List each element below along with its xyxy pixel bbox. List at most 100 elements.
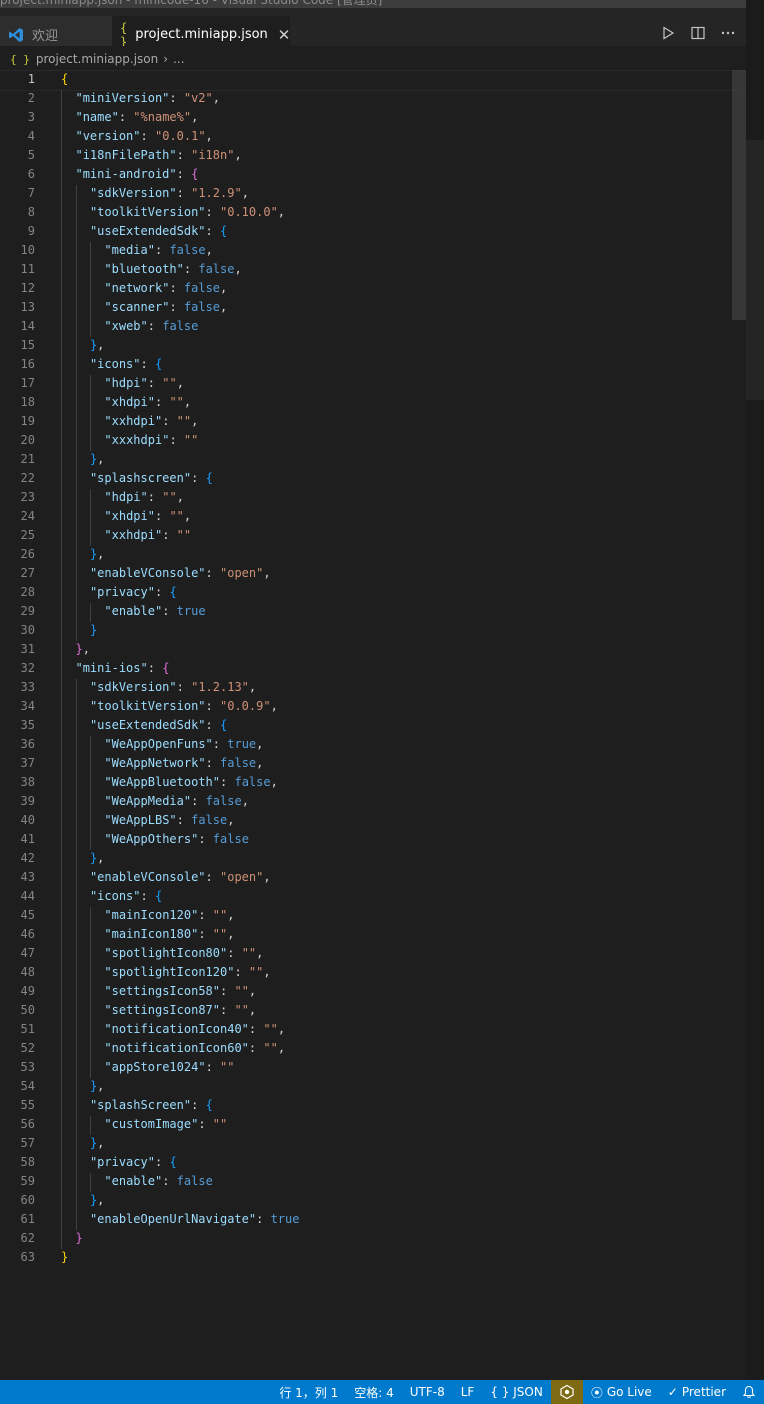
code-line[interactable]: 7 "sdkVersion": "1.2.9", bbox=[0, 185, 746, 204]
code-line[interactable]: 21 }, bbox=[0, 451, 746, 470]
line-number: 49 bbox=[20, 984, 35, 998]
code-line[interactable]: 36 "WeAppOpenFuns": true, bbox=[0, 736, 746, 755]
code-line[interactable]: 34 "toolkitVersion": "0.0.9", bbox=[0, 698, 746, 717]
code-line[interactable]: 43 "enableVConsole": "open", bbox=[0, 869, 746, 888]
code-line[interactable]: 51 "notificationIcon40": "", bbox=[0, 1021, 746, 1040]
code-line[interactable]: 61 "enableOpenUrlNavigate": true bbox=[0, 1211, 746, 1230]
code-line[interactable]: 40 "WeAppLBS": false, bbox=[0, 812, 746, 831]
code-text: "mainIcon120": "", bbox=[104, 908, 235, 922]
code-line[interactable]: 50 "settingsIcon87": "", bbox=[0, 1002, 746, 1021]
line-number: 25 bbox=[20, 528, 35, 542]
code-line[interactable]: 58 "privacy": { bbox=[0, 1154, 746, 1173]
code-line[interactable]: 41 "WeAppOthers": false bbox=[0, 831, 746, 850]
code-line[interactable]: 1{ bbox=[0, 70, 746, 91]
code-line[interactable]: 28 "privacy": { bbox=[0, 584, 746, 603]
code-line[interactable]: 44 "icons": { bbox=[0, 888, 746, 907]
code-line[interactable]: 25 "xxhdpi": "" bbox=[0, 527, 746, 546]
code-line[interactable]: 11 "bluetooth": false, bbox=[0, 261, 746, 280]
code-line[interactable]: 10 "media": false, bbox=[0, 242, 746, 261]
code-line[interactable]: 52 "notificationIcon60": "", bbox=[0, 1040, 746, 1059]
code-line[interactable]: 33 "sdkVersion": "1.2.13", bbox=[0, 679, 746, 698]
code-line[interactable]: 46 "mainIcon180": "", bbox=[0, 926, 746, 945]
code-line[interactable]: 48 "spotlightIcon120": "", bbox=[0, 964, 746, 983]
code-line[interactable]: 3 "name": "%name%", bbox=[0, 109, 746, 128]
code-line[interactable]: 55 "splashScreen": { bbox=[0, 1097, 746, 1116]
encoding-status[interactable]: UTF-8 bbox=[402, 1380, 453, 1404]
line-number: 12 bbox=[20, 281, 35, 295]
language-mode[interactable]: { } JSON bbox=[482, 1380, 550, 1404]
code-text: "spotlightIcon80": "", bbox=[104, 946, 264, 960]
code-line[interactable]: 29 "enable": true bbox=[0, 603, 746, 622]
line-number: 6 bbox=[27, 167, 35, 181]
indentation-status[interactable]: 空格: 4 bbox=[346, 1380, 402, 1404]
code-line[interactable]: 38 "WeAppBluetooth": false, bbox=[0, 774, 746, 793]
code-line[interactable]: 37 "WeAppNetwork": false, bbox=[0, 755, 746, 774]
code-line[interactable]: 24 "xhdpi": "", bbox=[0, 508, 746, 527]
code-line[interactable]: 56 "customImage": "" bbox=[0, 1116, 746, 1135]
line-number: 37 bbox=[20, 756, 35, 770]
cursor-position[interactable]: 行 1，列 1 bbox=[271, 1380, 346, 1404]
code-line[interactable]: 35 "useExtendedSdk": { bbox=[0, 717, 746, 736]
code-line[interactable]: 2 "miniVersion": "v2", bbox=[0, 90, 746, 109]
code-line[interactable]: 39 "WeAppMedia": false, bbox=[0, 793, 746, 812]
code-line[interactable]: 12 "network": false, bbox=[0, 280, 746, 299]
code-line[interactable]: 20 "xxxhdpi": "" bbox=[0, 432, 746, 451]
code-line[interactable]: 6 "mini-android": { bbox=[0, 166, 746, 185]
code-text: "name": "%name%", bbox=[75, 110, 199, 124]
more-actions-icon[interactable] bbox=[720, 25, 736, 41]
eol-status[interactable]: LF bbox=[453, 1380, 483, 1404]
code-line[interactable]: 26 }, bbox=[0, 546, 746, 565]
code-line[interactable]: 5 "i18nFilePath": "i18n", bbox=[0, 147, 746, 166]
code-line[interactable]: 4 "version": "0.0.1", bbox=[0, 128, 746, 147]
line-number: 18 bbox=[20, 395, 35, 409]
code-line[interactable]: 47 "spotlightIcon80": "", bbox=[0, 945, 746, 964]
code-line[interactable]: 60 }, bbox=[0, 1192, 746, 1211]
code-line[interactable]: 16 "icons": { bbox=[0, 356, 746, 375]
code-line[interactable]: 27 "enableVConsole": "open", bbox=[0, 565, 746, 584]
code-line[interactable]: 30 } bbox=[0, 622, 746, 641]
code-line[interactable]: 31 }, bbox=[0, 641, 746, 660]
line-number: 22 bbox=[20, 471, 35, 485]
code-line[interactable]: 18 "xhdpi": "", bbox=[0, 394, 746, 413]
line-number: 45 bbox=[20, 908, 35, 922]
vertical-scrollbar[interactable] bbox=[732, 70, 746, 320]
code-line[interactable]: 23 "hdpi": "", bbox=[0, 489, 746, 508]
code-line[interactable]: 59 "enable": false bbox=[0, 1173, 746, 1192]
code-line[interactable]: 13 "scanner": false, bbox=[0, 299, 746, 318]
line-number: 10 bbox=[20, 243, 35, 257]
line-number: 36 bbox=[20, 737, 35, 751]
code-text: "enableVConsole": "open", bbox=[89, 566, 271, 580]
breadcrumb-more[interactable]: ... bbox=[173, 52, 184, 66]
go-live-button[interactable]: ⦿ Go Live bbox=[583, 1380, 660, 1404]
code-editor[interactable]: 1{2 "miniVersion": "v2", 3 "name": "%name… bbox=[0, 70, 746, 1380]
code-line[interactable]: 32 "mini-ios": { bbox=[0, 660, 746, 679]
code-line[interactable]: 62 } bbox=[0, 1230, 746, 1249]
split-editor-icon[interactable] bbox=[690, 25, 706, 41]
code-line[interactable]: 53 "appStore1024": "" bbox=[0, 1059, 746, 1078]
code-line[interactable]: 42 }, bbox=[0, 850, 746, 869]
code-line[interactable]: 14 "xweb": false bbox=[0, 318, 746, 337]
code-line[interactable]: 15 }, bbox=[0, 337, 746, 356]
code-line[interactable]: 57 }, bbox=[0, 1135, 746, 1154]
notifications-bell-icon[interactable] bbox=[734, 1380, 764, 1404]
line-number: 46 bbox=[20, 927, 35, 941]
code-line[interactable]: 49 "settingsIcon58": "", bbox=[0, 983, 746, 1002]
code-line[interactable]: 9 "useExtendedSdk": { bbox=[0, 223, 746, 242]
run-icon[interactable] bbox=[660, 25, 676, 41]
close-icon[interactable]: ✕ bbox=[278, 26, 291, 44]
prettier-button[interactable]: ✓ Prettier bbox=[660, 1380, 734, 1404]
code-line[interactable]: 22 "splashscreen": { bbox=[0, 470, 746, 489]
code-line[interactable]: 8 "toolkitVersion": "0.10.0", bbox=[0, 204, 746, 223]
code-line[interactable]: 63} bbox=[0, 1249, 746, 1268]
code-text: "enable": false bbox=[104, 1174, 213, 1188]
code-text: "scanner": false, bbox=[104, 300, 228, 314]
code-line[interactable]: 45 "mainIcon120": "", bbox=[0, 907, 746, 926]
code-line[interactable]: 54 }, bbox=[0, 1078, 746, 1097]
line-number: 50 bbox=[20, 1003, 35, 1017]
indent-guide bbox=[90, 603, 91, 622]
code-line[interactable]: 19 "xxhdpi": "", bbox=[0, 413, 746, 432]
breadcrumb: { } project.miniapp.json › ... bbox=[0, 46, 746, 72]
breadcrumb-file[interactable]: project.miniapp.json bbox=[36, 52, 158, 66]
extension-status-button[interactable] bbox=[550, 1380, 583, 1404]
code-line[interactable]: 17 "hdpi": "", bbox=[0, 375, 746, 394]
